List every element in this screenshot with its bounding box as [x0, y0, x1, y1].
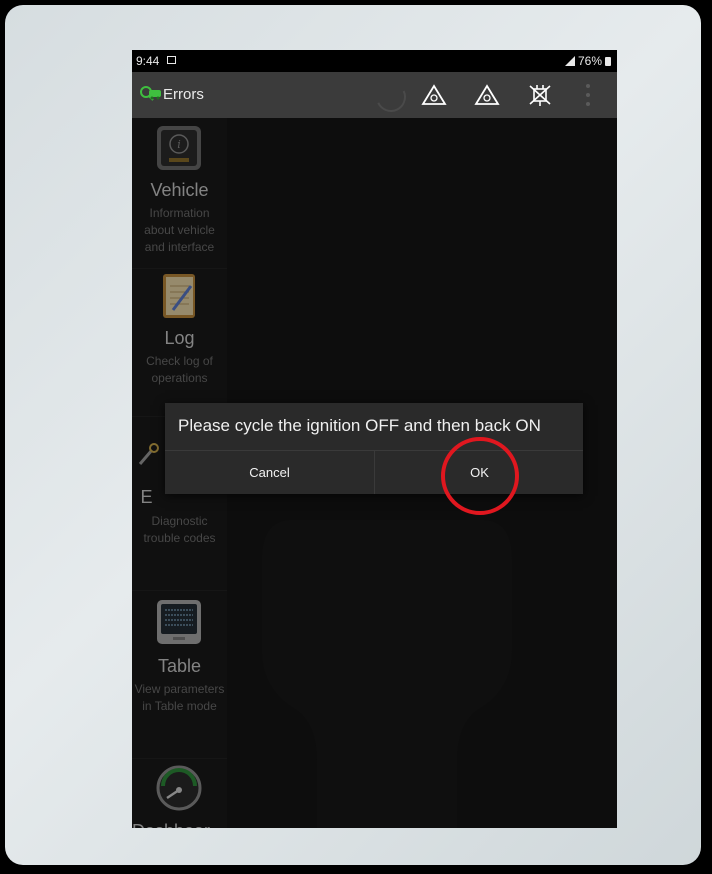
highlight-circle-annotation — [441, 437, 519, 515]
phone-screen: 9:44 76% Errors i Vehicle Information ab… — [132, 50, 617, 828]
warning-triangle-icon[interactable] — [420, 82, 448, 108]
status-time: 9:44 — [136, 54, 160, 68]
battery-percent: 76% — [577, 54, 602, 68]
status-indicators: 76% — [564, 54, 611, 68]
app-logo-icon — [140, 86, 161, 101]
page-title: Errors — [163, 86, 204, 103]
battery-icon — [605, 56, 611, 66]
no-connection-icon[interactable] — [526, 82, 554, 108]
dialog-message: Please cycle the ignition OFF and then b… — [178, 416, 541, 435]
warning-triangle-icon[interactable] — [473, 82, 501, 108]
photo-frame: 9:44 76% Errors i Vehicle Information ab… — [0, 0, 712, 874]
signal-icon — [564, 56, 575, 66]
status-bar: 9:44 76% — [132, 50, 617, 72]
image-notification-icon — [167, 56, 176, 64]
spinner-icon — [371, 77, 411, 117]
background: 9:44 76% Errors i Vehicle Information ab… — [5, 5, 701, 865]
overflow-menu-icon[interactable] — [585, 84, 591, 106]
app-bar: Errors — [132, 72, 617, 118]
cancel-button[interactable]: Cancel — [165, 451, 374, 494]
ignition-dialog: Please cycle the ignition OFF and then b… — [165, 403, 583, 494]
